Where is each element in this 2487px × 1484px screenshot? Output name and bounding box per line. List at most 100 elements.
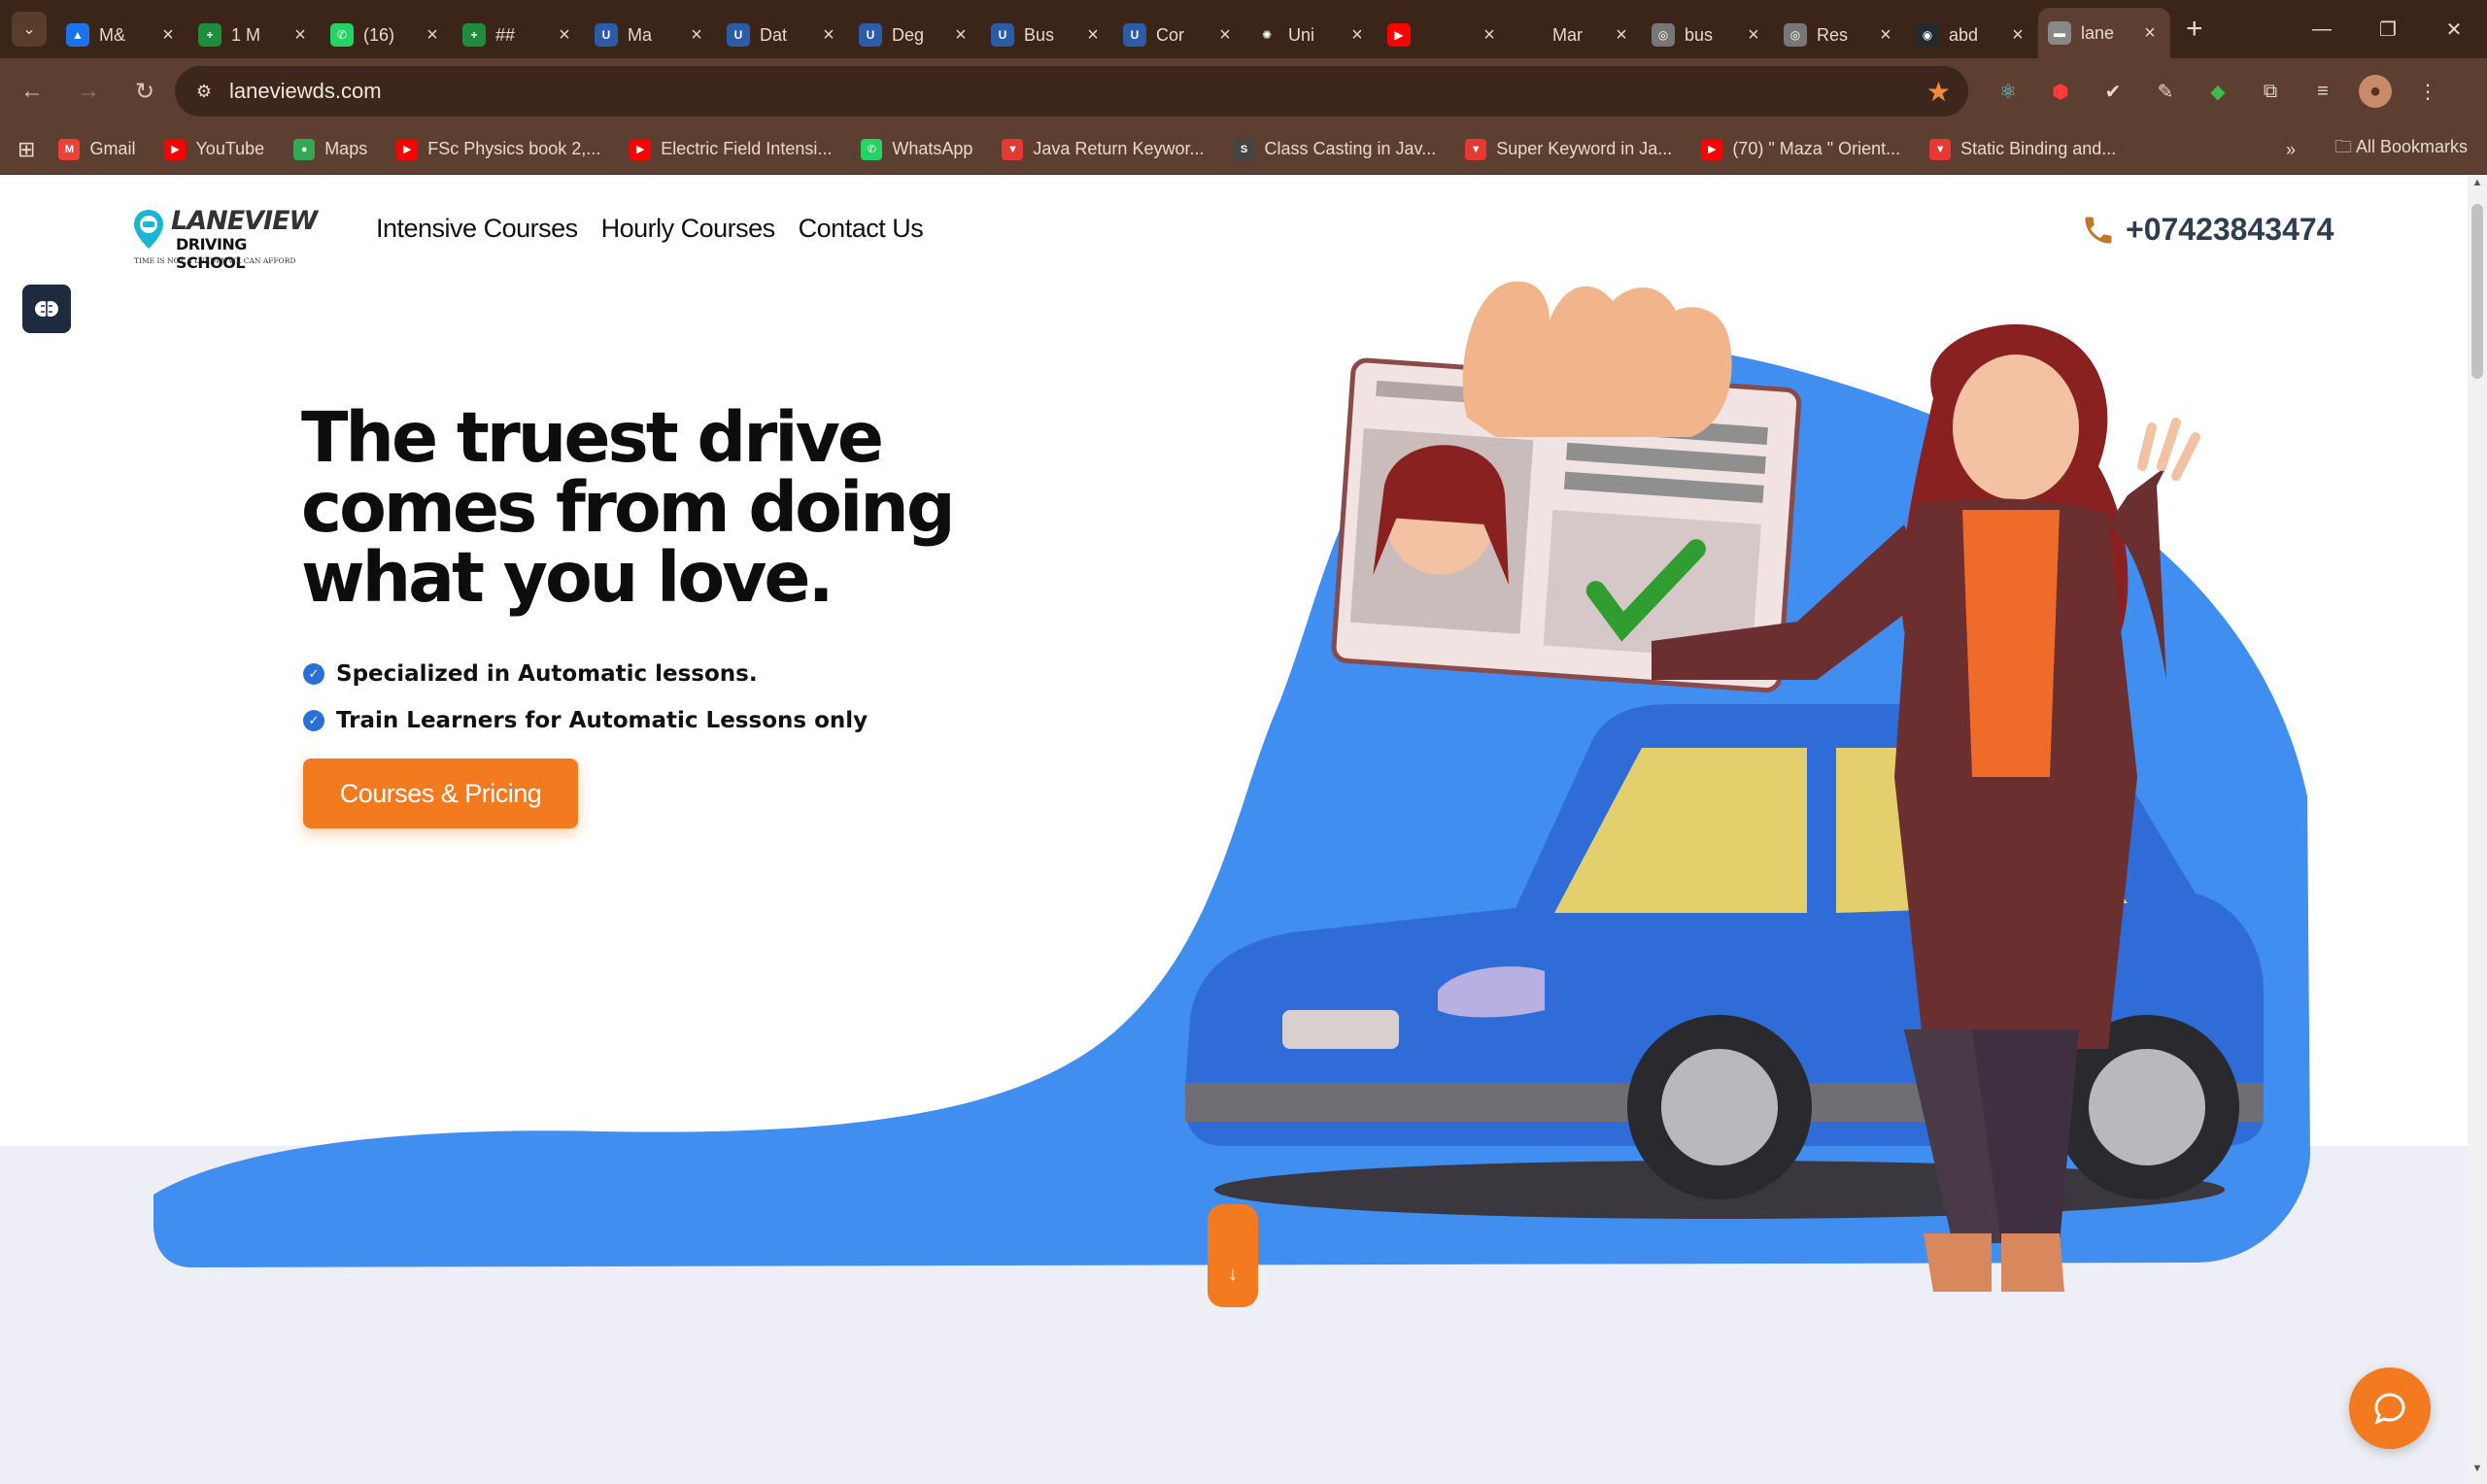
browser-tab[interactable]: ✆ (16) × [321, 12, 453, 58]
browser-tab[interactable]: + ## × [453, 12, 585, 58]
reload-button[interactable]: ↻ [120, 67, 169, 116]
restore-button[interactable]: ❐ [2355, 0, 2421, 58]
site-info-icon[interactable]: ⚙ [190, 78, 218, 105]
minimize-button[interactable]: — [2289, 0, 2355, 58]
scroll-up-arrow-icon[interactable]: ▲ [2468, 177, 2487, 196]
hand-icon [1462, 281, 1732, 437]
tab-close-icon[interactable]: × [2007, 24, 2028, 47]
bookmark-star-icon[interactable]: ★ [1926, 76, 1951, 108]
bookmark-item[interactable]: ▶ (70) " Maza " Orient... [1701, 138, 1901, 160]
phone-link[interactable]: +07423843474 [2081, 212, 2334, 248]
bookmarks-right: » 🗀 All Bookmarks [2286, 124, 2468, 175]
nav-intensive-courses[interactable]: Intensive Courses [376, 214, 578, 244]
logo-line-2: DRIVING SCHOOL [176, 235, 247, 272]
bookmark-item[interactable]: ▼ Super Keyword in Ja... [1465, 138, 1673, 160]
url-text[interactable]: laneviewds.com [229, 79, 382, 104]
location-pin-icon [134, 210, 163, 249]
address-bar[interactable]: ⚙ laneviewds.com ★ [175, 66, 1968, 117]
browser-tab[interactable]: ✺ Uni × [1245, 12, 1378, 58]
all-bookmarks-button[interactable]: 🗀 All Bookmarks [2334, 135, 2468, 164]
browser-tab[interactable]: U Bus × [981, 12, 1113, 58]
tab-close-icon[interactable]: × [2139, 22, 2161, 45]
nav-contact-us[interactable]: Contact Us [799, 214, 924, 244]
close-window-button[interactable]: ✕ [2421, 0, 2487, 58]
back-button[interactable]: ← [8, 67, 56, 116]
browser-menu-icon[interactable]: ⋮ [2411, 75, 2444, 108]
bookmark-item[interactable]: ● Maps [293, 138, 367, 160]
bookmark-item[interactable]: ▼ Java Return Keywor... [1002, 138, 1204, 160]
car-rear-hub [2089, 1049, 2205, 1165]
bookmark-favicon-icon: M [58, 138, 81, 160]
browser-tab[interactable]: ◉ abd × [1906, 12, 2038, 58]
bookmark-label: Electric Field Intensi... [661, 139, 833, 158]
scrollbar-thumb[interactable] [2471, 204, 2483, 379]
tab-close-icon[interactable]: × [950, 24, 971, 47]
browser-tab[interactable]: ▲ M& × [56, 12, 188, 58]
page-scrollbar[interactable]: ▲ ▼ [2468, 175, 2487, 1484]
tab-search-button[interactable]: ⌄ [12, 12, 47, 47]
browser-tab[interactable]: ▶ × [1378, 12, 1510, 58]
bookmarks-bar: ⊞ M Gmail ▶ YouTube ● Maps ▶ FSc Physics book 2… [0, 124, 2487, 175]
tab-close-icon[interactable]: × [290, 24, 311, 47]
bookmarks-overflow-button[interactable]: » [2286, 140, 2296, 160]
bookmark-item[interactable]: ▶ YouTube [164, 138, 264, 160]
chat-button[interactable] [2349, 1367, 2431, 1449]
forward-button[interactable]: → [64, 67, 113, 116]
tab-close-icon[interactable]: × [1875, 24, 1896, 47]
bookmark-favicon-icon: ● [293, 138, 316, 160]
tab-favicon-icon: U [1123, 23, 1146, 47]
tab-close-icon[interactable]: × [1082, 24, 1104, 47]
phone-number: +07423843474 [2126, 212, 2334, 247]
tab-close-icon[interactable]: × [1611, 24, 1632, 47]
bookmark-item[interactable]: ▼ Static Binding and... [1929, 138, 2116, 160]
profile-avatar[interactable]: ● [2359, 75, 2392, 108]
browser-tab[interactable]: U Dat × [717, 12, 849, 58]
scroll-down-button[interactable]: ↓ [1208, 1204, 1258, 1307]
accessibility-widget-button[interactable] [22, 285, 71, 333]
apps-grid-icon[interactable]: ⊞ [17, 137, 35, 162]
bullet-item: ✓ Specialized in Automatic lessons. [303, 651, 868, 697]
bookmark-label: (70) " Maza " Orient... [1732, 139, 1901, 158]
extension-red-icon[interactable]: ⬢ [2044, 75, 2077, 108]
extensions-puzzle-icon[interactable]: ⧉ [2254, 75, 2287, 108]
browser-tab[interactable]: +1 M × [188, 12, 321, 58]
bookmark-label: WhatsApp [892, 139, 973, 158]
nav-hourly-courses[interactable]: Hourly Courses [601, 214, 776, 244]
brain-icon [35, 301, 58, 317]
checkmark-extension-icon[interactable]: ✔ [2096, 75, 2129, 108]
extension-green-icon[interactable]: ◆ [2201, 75, 2234, 108]
bookmark-label: Gmail [89, 139, 136, 158]
tab-close-icon[interactable]: × [1346, 24, 1368, 47]
browser-tab[interactable]: ▬ lane × [2038, 8, 2170, 58]
color-picker-icon[interactable]: ✎ [2149, 75, 2182, 108]
tab-favicon-icon: + [462, 23, 486, 47]
tab-close-icon[interactable]: × [1743, 24, 1764, 47]
bookmark-item[interactable]: M Gmail [58, 138, 136, 160]
tab-close-icon[interactable]: × [1214, 24, 1236, 47]
bookmark-item[interactable]: S Class Casting in Jav... [1233, 138, 1436, 160]
scroll-down-arrow-icon[interactable]: ▼ [2468, 1463, 2487, 1482]
new-tab-button[interactable]: + [2186, 13, 2203, 46]
tab-close-icon[interactable]: × [818, 24, 839, 47]
bullet-text: Specialized in Automatic lessons. [336, 661, 758, 687]
browser-tab[interactable]: U Ma × [585, 12, 717, 58]
courses-pricing-button[interactable]: Courses & Pricing [303, 759, 578, 828]
bookmark-item[interactable]: ▶ Electric Field Intensi... [630, 138, 833, 160]
browser-tab[interactable]: U Cor × [1113, 12, 1245, 58]
tab-close-icon[interactable]: × [157, 24, 179, 47]
site-logo[interactable]: LANEVIEW DRIVING SCHOOL TIME IS NOT A LU… [132, 206, 318, 272]
bookmark-item[interactable]: ▶ FSc Physics book 2,... [396, 138, 600, 160]
bookmark-item[interactable]: ✆ WhatsApp [861, 138, 973, 160]
tab-close-icon[interactable]: × [554, 24, 575, 47]
bookmark-label: Super Keyword in Ja... [1496, 139, 1673, 158]
react-devtools-icon[interactable]: ⚛ [1992, 75, 2025, 108]
browser-tab[interactable]: ◎ bus × [1642, 12, 1774, 58]
tab-close-icon[interactable]: × [422, 24, 443, 47]
tab-title: bus [1685, 24, 1714, 45]
browser-tab[interactable]: U Deg × [849, 12, 981, 58]
browser-tab[interactable]: Mar × [1510, 12, 1642, 58]
browser-tab[interactable]: ◎ Res × [1774, 12, 1906, 58]
tab-close-icon[interactable]: × [686, 24, 707, 47]
media-controls-icon[interactable]: ≡ [2306, 75, 2339, 108]
tab-close-icon[interactable]: × [1479, 24, 1500, 47]
